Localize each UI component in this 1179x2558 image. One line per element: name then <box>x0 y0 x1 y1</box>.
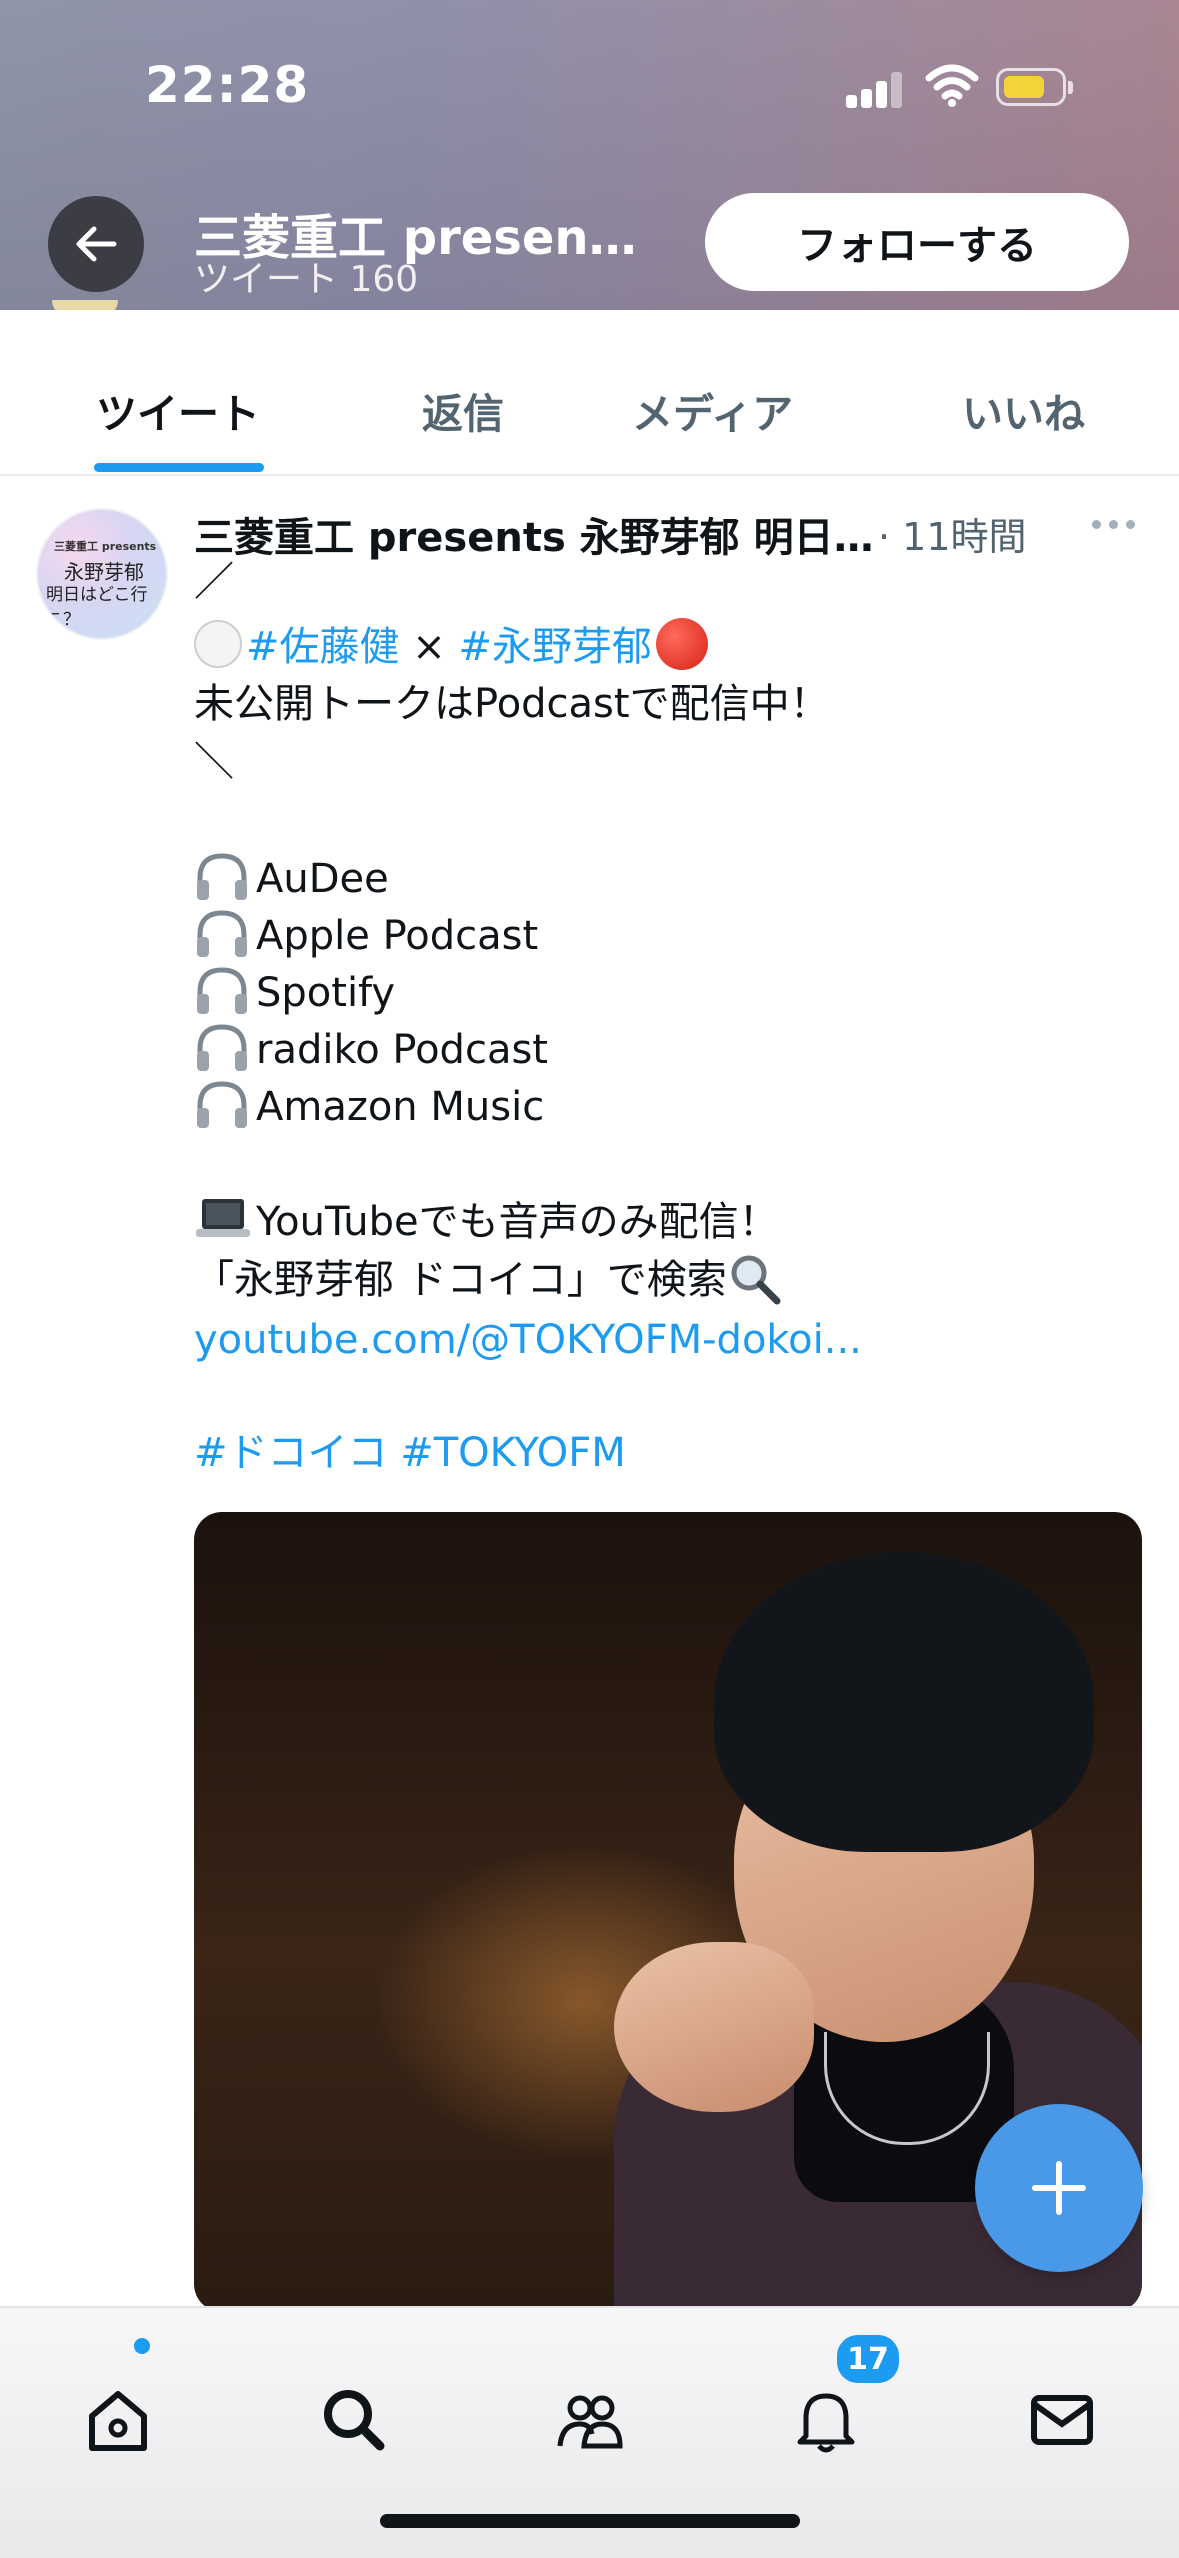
active-tab-indicator <box>94 463 264 472</box>
headphone-icon <box>197 1081 247 1128</box>
notification-count-badge: 17 <box>834 2332 902 2386</box>
headphone-icon <box>197 967 247 1014</box>
home-unread-dot <box>134 2338 150 2354</box>
tab-replies[interactable]: 返信 <box>422 380 504 440</box>
platform-name: Amazon Music <box>256 1084 545 1130</box>
tweet-author-name[interactable]: 三菱重工 presents 永野芽郁 明日... <box>194 505 874 563</box>
tweet-author-avatar[interactable]: 三菱重工 presents 永野芽郁 明日はどこ行こ？ <box>36 508 168 640</box>
platform-item: radiko Podcast <box>194 1021 548 1078</box>
more-options-icon[interactable] <box>1092 514 1138 534</box>
cellular-signal-icon <box>846 68 906 108</box>
home-icon[interactable] <box>82 2384 154 2456</box>
tweet-text-line: ／ <box>194 559 234 605</box>
search-icon[interactable] <box>318 2384 390 2456</box>
tab-tweets[interactable]: ツイート <box>96 380 260 440</box>
youtube-link[interactable]: youtube.com/@TOKYOFM-dokoi... <box>194 1312 862 1368</box>
platform-name: Apple Podcast <box>256 913 539 959</box>
hashtag-link[interactable]: #佐藤健 <box>246 624 400 670</box>
messages-icon[interactable] <box>1026 2384 1098 2456</box>
avatar-logo-line: 明日はどこ行こ？ <box>46 585 148 630</box>
header-tweet-count: ツイート 160 <box>194 259 419 300</box>
compose-tweet-button[interactable] <box>975 2104 1143 2272</box>
headphone-icon <box>197 853 247 900</box>
communities-icon[interactable] <box>554 2384 626 2456</box>
magnifier-icon <box>731 1255 781 1305</box>
white-circle-icon <box>194 620 242 668</box>
avatar-logo-line: 三菱重工 presents <box>54 540 157 553</box>
platform-item: AuDee <box>194 850 389 907</box>
notifications-icon[interactable] <box>790 2384 862 2456</box>
platform-item: Amazon Music <box>194 1078 544 1135</box>
platform-name: radiko Podcast <box>256 1027 548 1073</box>
youtube-text: YouTubeでも音声のみ配信！ <box>256 1199 779 1245</box>
platform-item: Apple Podcast <box>194 907 538 964</box>
red-circle-icon <box>655 618 708 670</box>
tab-likes[interactable]: いいね <box>962 380 1085 440</box>
times-sign: × <box>412 624 446 670</box>
plus-icon <box>1032 2161 1086 2215</box>
hashtag-link[interactable]: #永野芽郁 <box>458 624 652 670</box>
headphone-icon <box>197 910 247 957</box>
arrow-left-icon <box>76 226 117 262</box>
profile-header: 22:28 三菱重工 present... ツイート 160 フォローする <box>0 0 1179 310</box>
tweet-text-line: 「永野芽郁 ドコイコ」で検索 <box>194 1252 783 1308</box>
profile-tabs: ツイート 返信 メディア いいね <box>0 310 1179 476</box>
laptop-icon <box>196 1199 250 1237</box>
headphone-icon <box>197 1024 247 1071</box>
platform-name: Spotify <box>256 970 396 1016</box>
tweet-text-line: ＼ <box>194 739 234 785</box>
back-button[interactable] <box>48 196 144 292</box>
battery-icon <box>996 68 1073 106</box>
tweet-text-line: #佐藤健 × #永野芽郁 <box>194 618 708 675</box>
follow-button[interactable]: フォローする <box>705 193 1129 291</box>
tweet-text-line: 未公開トークはPodcastで配信中！ <box>194 681 830 727</box>
wifi-icon <box>925 64 979 107</box>
tweet-timestamp[interactable]: · 11時間 <box>878 506 1027 561</box>
home-indicator[interactable] <box>380 2514 800 2528</box>
search-text: 「永野芽郁 ドコイコ」で検索 <box>194 1257 727 1303</box>
status-time: 22:28 <box>145 56 310 114</box>
footer-hashtags[interactable]: #ドコイコ #TOKYOFM <box>194 1425 626 1481</box>
platform-name: AuDee <box>256 856 389 902</box>
tweet-text-line: YouTubeでも音声のみ配信！ <box>194 1194 779 1250</box>
tab-media[interactable]: メディア <box>632 380 793 440</box>
platform-item: Spotify <box>194 964 395 1021</box>
